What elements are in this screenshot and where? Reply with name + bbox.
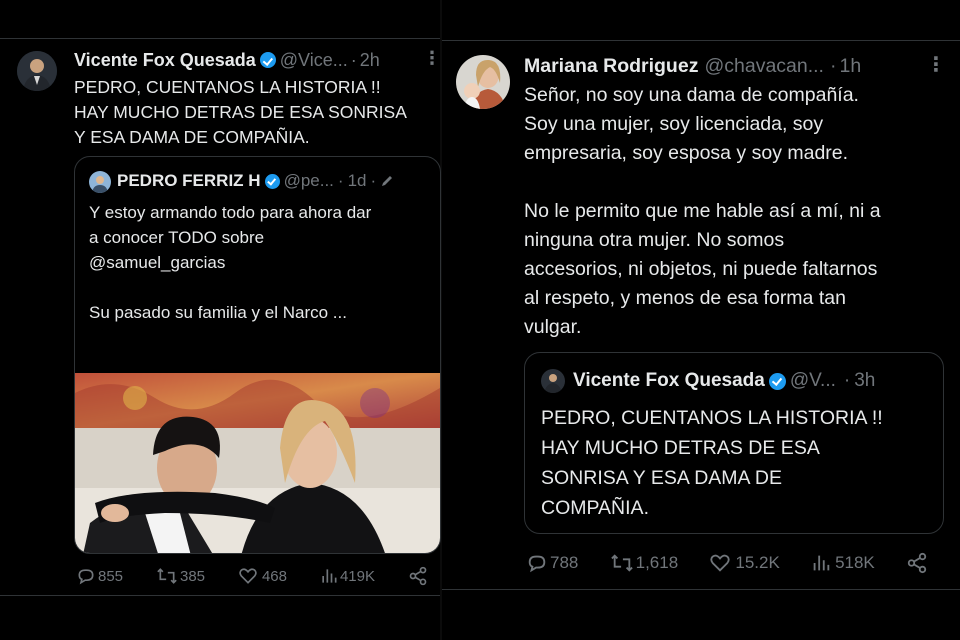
quoted-author-handle[interactable]: @pe... <box>284 171 334 191</box>
author-name[interactable]: Vicente Fox Quesada <box>74 50 256 71</box>
share-icon <box>409 566 427 586</box>
like-count: 15.2K <box>735 553 780 572</box>
avatar-image <box>456 55 510 109</box>
avatar-vicente-fox-small[interactable] <box>541 369 565 393</box>
action-bar: 855 385 468 419K <box>76 565 428 587</box>
photo-couple <box>75 373 440 553</box>
separator-dot: · <box>350 49 357 70</box>
view-count: 518K <box>835 553 875 572</box>
share-button[interactable] <box>408 566 428 586</box>
quoted-author-handle[interactable]: @V... <box>790 370 836 392</box>
avatar-vicente-fox[interactable] <box>17 51 57 91</box>
reply-icon <box>528 555 546 573</box>
like-icon <box>239 568 257 584</box>
avatar-pedro-ferriz[interactable] <box>89 171 111 193</box>
quoted-timestamp[interactable]: 3h <box>854 370 875 392</box>
like-button[interactable]: 468 <box>238 566 287 586</box>
edit-icon <box>382 176 393 186</box>
more-icon[interactable]: ⋮ <box>423 49 441 67</box>
views-icon <box>322 569 337 583</box>
views-icon <box>813 555 830 571</box>
quoted-tweet[interactable]: PEDRO FERRIZ H @pe... · 1d · Y estoy arm… <box>74 156 441 554</box>
quoted-header: Vicente Fox Quesada @V... · 3h <box>573 369 875 393</box>
tweet-header: Vicente Fox Quesada @Vice... · 2h <box>74 49 380 71</box>
separator-dot: · <box>337 171 344 190</box>
verified-icon <box>264 173 280 189</box>
separator-dot: · <box>829 54 837 77</box>
share-button[interactable] <box>906 552 928 574</box>
author-handle[interactable]: @chavacan... <box>704 55 824 78</box>
quoted-header: PEDRO FERRIZ H @pe... · 1d · <box>117 170 394 192</box>
reply-icon <box>78 569 94 585</box>
reply-button[interactable]: 788 <box>526 552 578 574</box>
quoted-text: Y estoy armando todo para ahora dar a co… <box>89 203 372 322</box>
tweet-text: Señor, no soy una dama de compañía. Soy … <box>524 84 881 338</box>
quoted-photo[interactable] <box>75 373 440 553</box>
like-icon <box>710 554 731 572</box>
repost-count: 385 <box>179 567 206 585</box>
quoted-author-name[interactable]: PEDRO FERRIZ H <box>117 171 261 191</box>
reply-count: 855 <box>98 567 124 585</box>
tweet-mariana-rodriguez[interactable]: Mariana Rodriguez @chavacan... · 1h ⋮ Se… <box>442 40 960 590</box>
repost-icon <box>610 554 633 572</box>
like-button[interactable]: 15.2K <box>709 552 780 574</box>
tweet-header: Mariana Rodriguez @chavacan... · 1h <box>524 54 861 78</box>
avatar-image <box>541 369 565 393</box>
repost-button[interactable]: 385 <box>156 566 205 586</box>
timestamp[interactable]: 1h <box>839 55 861 78</box>
quoted-text: PEDRO, CUENTANOS LA HISTORIA !! HAY MUCH… <box>541 407 883 519</box>
avatar-image <box>89 171 111 193</box>
separator-dot: · <box>370 171 377 190</box>
views-button[interactable]: 518K <box>811 552 875 574</box>
view-count: 419K <box>339 567 375 585</box>
like-count: 468 <box>261 567 287 585</box>
author-handle[interactable]: @Vice... <box>280 50 348 71</box>
author-name[interactable]: Mariana Rodriguez <box>524 55 698 78</box>
reply-count: 788 <box>550 553 579 572</box>
repost-count: 1,618 <box>635 553 679 572</box>
views-button[interactable]: 419K <box>320 566 375 586</box>
timestamp[interactable]: 2h <box>360 50 380 71</box>
verified-icon <box>768 372 786 390</box>
action-bar: 788 1,618 15.2K 518K <box>526 551 928 575</box>
quoted-timestamp[interactable]: 1d <box>348 171 367 191</box>
quoted-tweet[interactable]: Vicente Fox Quesada @V... · 3h PEDRO, CU… <box>524 352 944 534</box>
quoted-author-name[interactable]: Vicente Fox Quesada <box>573 370 765 392</box>
share-icon <box>907 552 927 574</box>
reply-button[interactable]: 855 <box>76 566 123 586</box>
repost-button[interactable]: 1,618 <box>610 552 679 574</box>
repost-icon <box>157 568 177 584</box>
avatar-mariana-rodriguez[interactable] <box>456 55 510 109</box>
verified-icon <box>259 52 276 68</box>
tweet-text: PEDRO, CUENTANOS LA HISTORIA !! HAY MUCH… <box>74 77 407 147</box>
more-icon[interactable]: ⋮ <box>926 55 946 75</box>
avatar-image <box>17 51 57 91</box>
separator-dot: · <box>843 370 851 391</box>
tweet-vicente-fox[interactable]: Vicente Fox Quesada @Vice... · 2h ⋮ PEDR… <box>0 38 441 596</box>
